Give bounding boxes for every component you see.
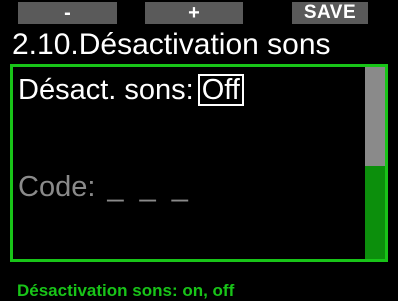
save-button[interactable]: SAVE: [292, 2, 368, 24]
sound-disable-setting[interactable]: Désact. sons: Off: [18, 73, 244, 107]
increase-button[interactable]: +: [145, 2, 243, 24]
decrease-button[interactable]: -: [18, 2, 117, 24]
settings-panel: Désact. sons: Off Code: _ _ _: [10, 64, 388, 262]
scroll-thumb[interactable]: [365, 67, 385, 166]
setting-value[interactable]: Off: [197, 74, 244, 106]
code-value[interactable]: _ _ _: [107, 171, 192, 203]
setting-label: Désact. sons:: [18, 74, 194, 106]
softkey-bar: - + SAVE: [0, 0, 398, 25]
code-setting[interactable]: Code: _ _ _: [18, 170, 192, 204]
code-label: Code:: [18, 171, 96, 203]
scrollbar[interactable]: [365, 67, 385, 259]
status-text: Désactivation sons: on, off: [17, 281, 235, 300]
page-title: 2.10.Désactivation sons: [12, 28, 331, 61]
